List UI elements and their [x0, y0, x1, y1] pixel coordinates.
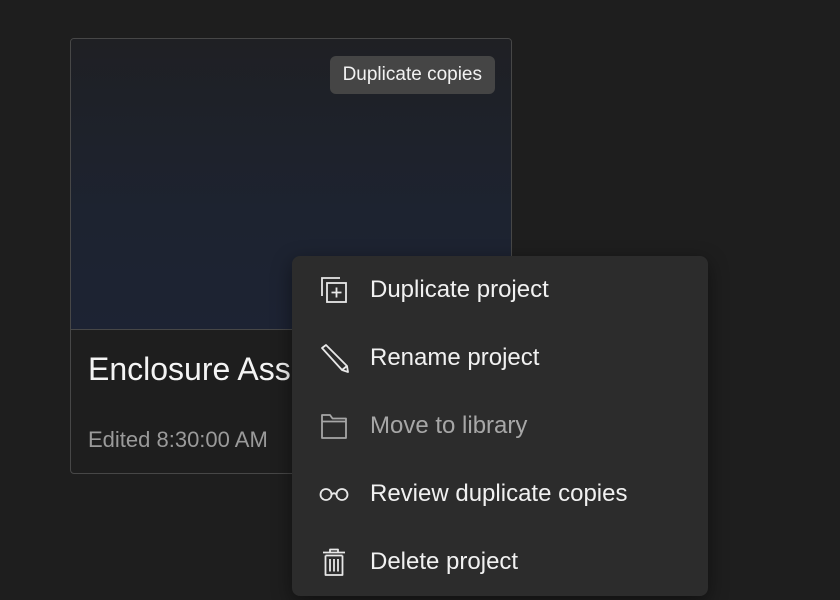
project-context-menu: Duplicate project Rename project Move to… [292, 256, 708, 596]
menu-item-label: Duplicate project [370, 276, 549, 303]
folder-icon [318, 410, 350, 442]
trash-icon [318, 546, 350, 578]
pencil-icon [318, 342, 350, 374]
menu-item-review-duplicate-copies[interactable]: Review duplicate copies [292, 460, 708, 528]
menu-item-label: Move to library [370, 412, 528, 439]
duplicate-icon [318, 274, 350, 306]
project-title: Enclosure Ass [88, 351, 291, 387]
menu-item-duplicate-project[interactable]: Duplicate project [292, 256, 708, 324]
menu-item-rename-project[interactable]: Rename project [292, 324, 708, 392]
duplicate-copies-badge[interactable]: Duplicate copies [329, 56, 495, 94]
project-edited-time: Edited 8:30:00 AM [88, 427, 268, 452]
menu-item-delete-project[interactable]: Delete project [292, 528, 708, 596]
glasses-icon [318, 478, 350, 510]
menu-item-label: Rename project [370, 344, 540, 371]
menu-item-move-to-library[interactable]: Move to library [292, 392, 708, 460]
menu-item-label: Delete project [370, 548, 519, 575]
menu-item-label: Review duplicate copies [370, 480, 628, 507]
